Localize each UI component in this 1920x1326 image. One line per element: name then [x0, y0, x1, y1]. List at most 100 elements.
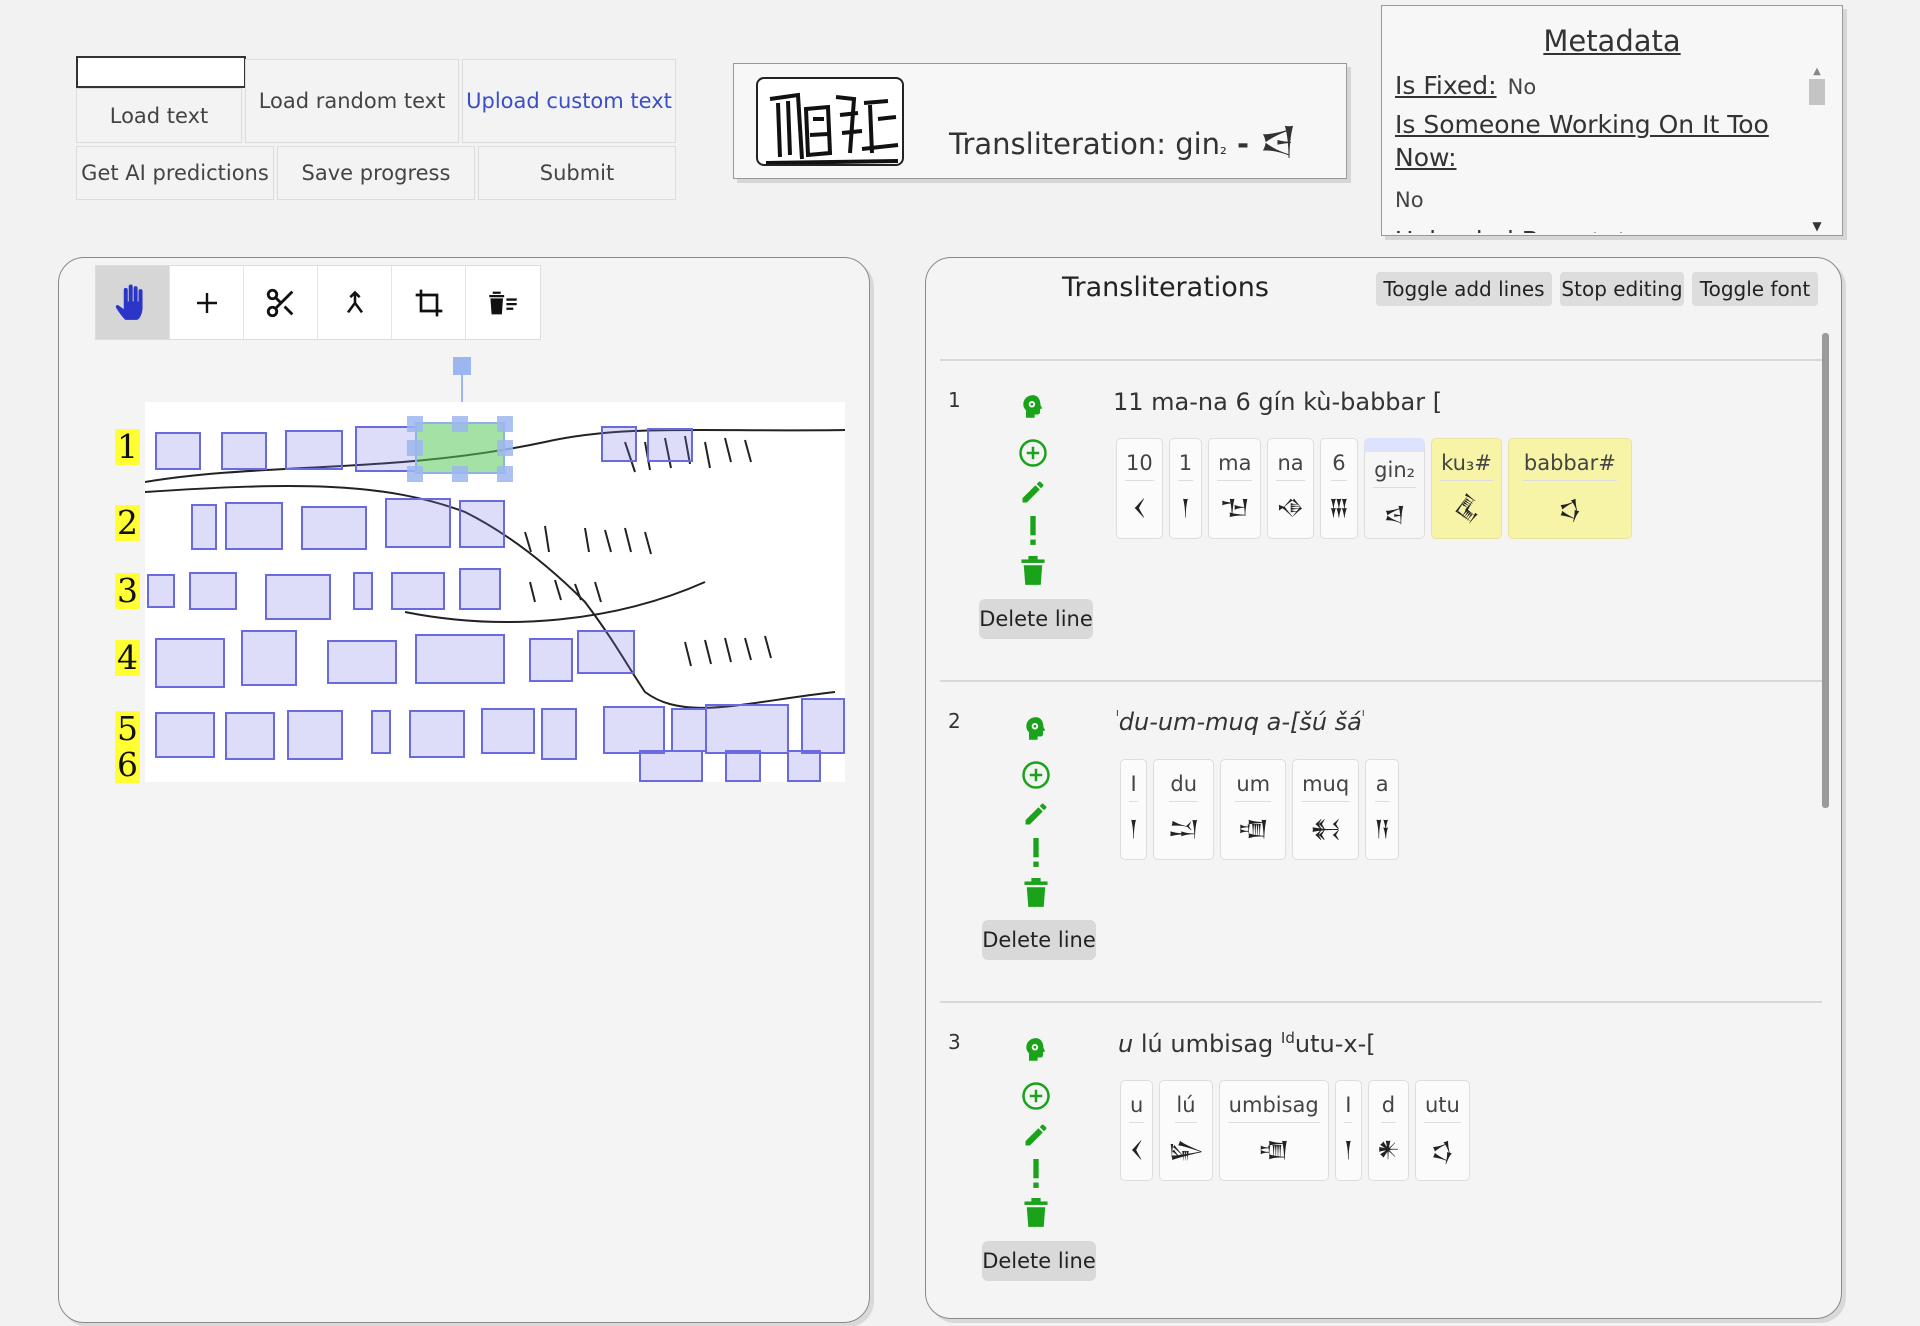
line-2-text[interactable]: ᴵdu-um-muq a-[šú šáᴵ	[1116, 707, 1365, 736]
sign-card[interactable]: d𒀭	[1367, 1080, 1409, 1181]
resize-handle[interactable]	[497, 416, 513, 432]
line-3-text[interactable]: u lú umbisag Idutu-x-[	[1118, 1029, 1376, 1058]
upload-custom-text-button[interactable]: Upload custom text	[462, 59, 676, 143]
sign-box[interactable]	[801, 698, 845, 754]
get-ai-predictions-button[interactable]: Get AI predictions	[76, 146, 274, 200]
resize-handle[interactable]	[407, 440, 423, 456]
sign-card[interactable]: I𒁹	[1120, 759, 1148, 860]
edit-pencil-icon[interactable]	[1018, 477, 1048, 507]
sign-card[interactable]: na 𒈾	[1267, 438, 1314, 539]
delete-line-button[interactable]: Delete line	[982, 1241, 1096, 1281]
add-circle-icon[interactable]	[1018, 438, 1048, 468]
sign-box[interactable]	[601, 426, 637, 462]
toggle-add-lines-button[interactable]: Toggle add lines	[1376, 272, 1552, 306]
delete-line-button[interactable]: Delete line	[982, 920, 1096, 960]
sign-box[interactable]	[577, 630, 635, 674]
sign-box[interactable]	[301, 506, 367, 550]
scroll-down-arrow-icon[interactable]: ▼	[1808, 219, 1826, 233]
sign-box[interactable]	[671, 708, 707, 752]
sign-box[interactable]	[189, 572, 237, 610]
add-circle-icon[interactable]	[1021, 760, 1051, 790]
sign-box[interactable]	[147, 574, 175, 608]
scrollbar-thumb[interactable]	[1809, 79, 1825, 105]
resize-handle[interactable]	[452, 416, 468, 432]
sign-box[interactable]	[415, 634, 505, 684]
line-1-text[interactable]: 11 ma-na 6 gín kù-babbar [	[1113, 388, 1442, 416]
sign-card[interactable]: a𒀀	[1365, 759, 1400, 860]
sign-box[interactable]	[221, 432, 267, 470]
toggle-font-button[interactable]: Toggle font	[1692, 272, 1818, 306]
selected-sign-card[interactable]: gin₂ 𒁀	[1364, 438, 1426, 539]
sign-box[interactable]	[155, 432, 201, 470]
resize-handle[interactable]	[407, 416, 423, 432]
resize-handle[interactable]	[452, 466, 468, 482]
edit-pencil-icon[interactable]	[1021, 799, 1051, 829]
exclamation-icon[interactable]	[1021, 1159, 1051, 1189]
sign-box[interactable]	[353, 572, 373, 610]
sign-box[interactable]	[287, 710, 343, 760]
sign-card-uncertain[interactable]: babbar# 𒌓	[1507, 438, 1632, 539]
sign-box[interactable]	[409, 710, 465, 758]
load-text-button[interactable]: Load text	[76, 88, 242, 143]
metadata-scroll-area[interactable]: Is Fixed: No Is Someone Working On It To…	[1395, 66, 1820, 233]
ai-head-icon[interactable]	[1021, 715, 1051, 745]
sign-box[interactable]	[225, 502, 283, 550]
resize-handle[interactable]	[407, 466, 423, 482]
crop-icon[interactable]	[392, 266, 466, 339]
sign-box[interactable]	[787, 750, 821, 782]
exclamation-icon[interactable]	[1021, 838, 1051, 868]
resize-handle[interactable]	[497, 440, 513, 456]
sign-box[interactable]	[481, 708, 535, 754]
sign-box[interactable]	[327, 640, 397, 684]
resize-handle[interactable]	[497, 466, 513, 482]
trash-icon[interactable]	[1018, 556, 1048, 586]
sign-card[interactable]: ma 𒈠	[1208, 438, 1262, 539]
sign-box[interactable]	[285, 430, 343, 470]
sign-box[interactable]	[371, 710, 391, 754]
sign-box[interactable]	[241, 630, 297, 686]
sign-card[interactable]: muq 𒈬	[1292, 759, 1360, 860]
sign-box[interactable]	[639, 750, 703, 782]
sign-box[interactable]	[647, 428, 693, 462]
transliterations-scrollbar[interactable]	[1822, 333, 1829, 808]
tablet-image[interactable]: 1 2 3 4 5 6	[115, 402, 846, 783]
sign-card[interactable]: 6𒐋	[1319, 438, 1359, 539]
sign-box[interactable]	[725, 750, 761, 782]
edit-pencil-icon[interactable]	[1021, 1120, 1051, 1150]
sign-box[interactable]	[541, 708, 577, 760]
sign-card[interactable]: 1𒁹	[1168, 438, 1203, 539]
save-progress-button[interactable]: Save progress	[277, 146, 475, 200]
submit-button[interactable]: Submit	[478, 146, 676, 200]
load-random-text-button[interactable]: Load random text	[245, 59, 459, 143]
trash-icon[interactable]	[1021, 1198, 1051, 1228]
sign-box[interactable]	[459, 500, 505, 548]
sign-box[interactable]	[155, 712, 215, 758]
sign-card-uncertain[interactable]: ku₃# 𒆬	[1431, 438, 1502, 539]
sign-card[interactable]: lú 𒇽	[1159, 1080, 1213, 1181]
scroll-up-arrow-icon[interactable]: ▲	[1808, 66, 1826, 77]
sign-card[interactable]: du 𒁺	[1153, 759, 1215, 860]
scissors-icon[interactable]	[244, 266, 318, 339]
sign-box[interactable]	[603, 706, 665, 754]
sign-box[interactable]	[705, 704, 789, 754]
sign-card[interactable]: I𒁹	[1334, 1080, 1362, 1181]
text-id-input[interactable]	[76, 56, 246, 88]
sign-box[interactable]	[265, 574, 331, 620]
sign-box[interactable]	[385, 498, 451, 548]
exclamation-icon[interactable]	[1018, 516, 1048, 546]
ai-head-icon[interactable]	[1018, 393, 1048, 423]
sign-box[interactable]	[155, 638, 225, 688]
plus-icon[interactable]	[170, 266, 244, 339]
sign-box[interactable]	[529, 638, 573, 682]
merge-icon[interactable]	[318, 266, 392, 339]
delete-all-icon[interactable]	[466, 266, 540, 339]
selection-rotate-handle[interactable]	[453, 357, 471, 375]
sign-card[interactable]: utu 𒌓	[1414, 1080, 1470, 1181]
sign-card[interactable]: umbisag 𒌝	[1218, 1080, 1329, 1181]
sign-box[interactable]	[225, 712, 275, 760]
sign-box[interactable]	[459, 568, 501, 610]
sign-card[interactable]: um 𒌝	[1220, 759, 1287, 860]
sign-card[interactable]: 10 𒌋	[1116, 438, 1163, 539]
sign-box[interactable]	[391, 572, 445, 610]
stop-editing-button[interactable]: Stop editing	[1560, 272, 1684, 306]
